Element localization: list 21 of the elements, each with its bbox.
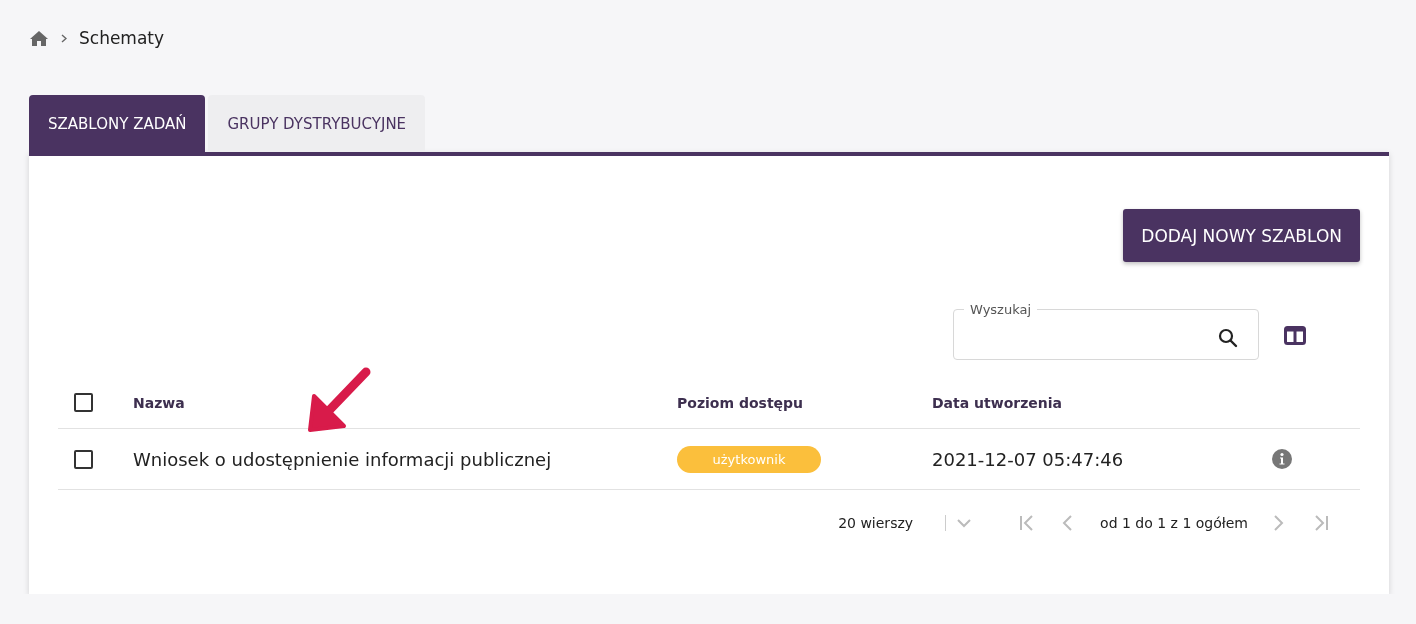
- home-icon[interactable]: [29, 29, 49, 47]
- access-badge: użytkownik: [677, 445, 821, 473]
- chevron-icon: [61, 33, 67, 43]
- column-header[interactable]: Nazwa: [133, 394, 185, 411]
- tab[interactable]: GRUPY DYSTRYBUCYJNE: [208, 95, 426, 152]
- table-cell: 2021-12-07 05:47:46: [932, 448, 1124, 470]
- rows-per-page: 20 wierszy: [838, 515, 914, 531]
- checkbox[interactable]: [74, 449, 93, 469]
- column-header[interactable]: Data utworzenia: [932, 394, 1063, 411]
- add-template-button[interactable]: DODAJ NOWY SZABLON: [1123, 209, 1360, 262]
- tab[interactable]: SZABLONY ZADAŃ: [29, 95, 206, 152]
- column-header[interactable]: Poziom dostępu: [677, 394, 804, 411]
- columns-icon[interactable]: [1284, 325, 1306, 345]
- info-icon[interactable]: [1272, 449, 1292, 469]
- breadcrumb-item: Schematy: [79, 28, 165, 48]
- checkbox[interactable]: [74, 392, 93, 412]
- table-cell: Wniosek o udostępnienie informacji publicznej: [133, 448, 552, 470]
- page-range: od 1 do 1 z 1 ogółem: [1100, 515, 1248, 531]
- search-field[interactable]: Wyszukaj: [953, 302, 1259, 360]
- search-label: Wyszukaj: [969, 302, 1033, 317]
- search-icon: [1218, 328, 1238, 348]
